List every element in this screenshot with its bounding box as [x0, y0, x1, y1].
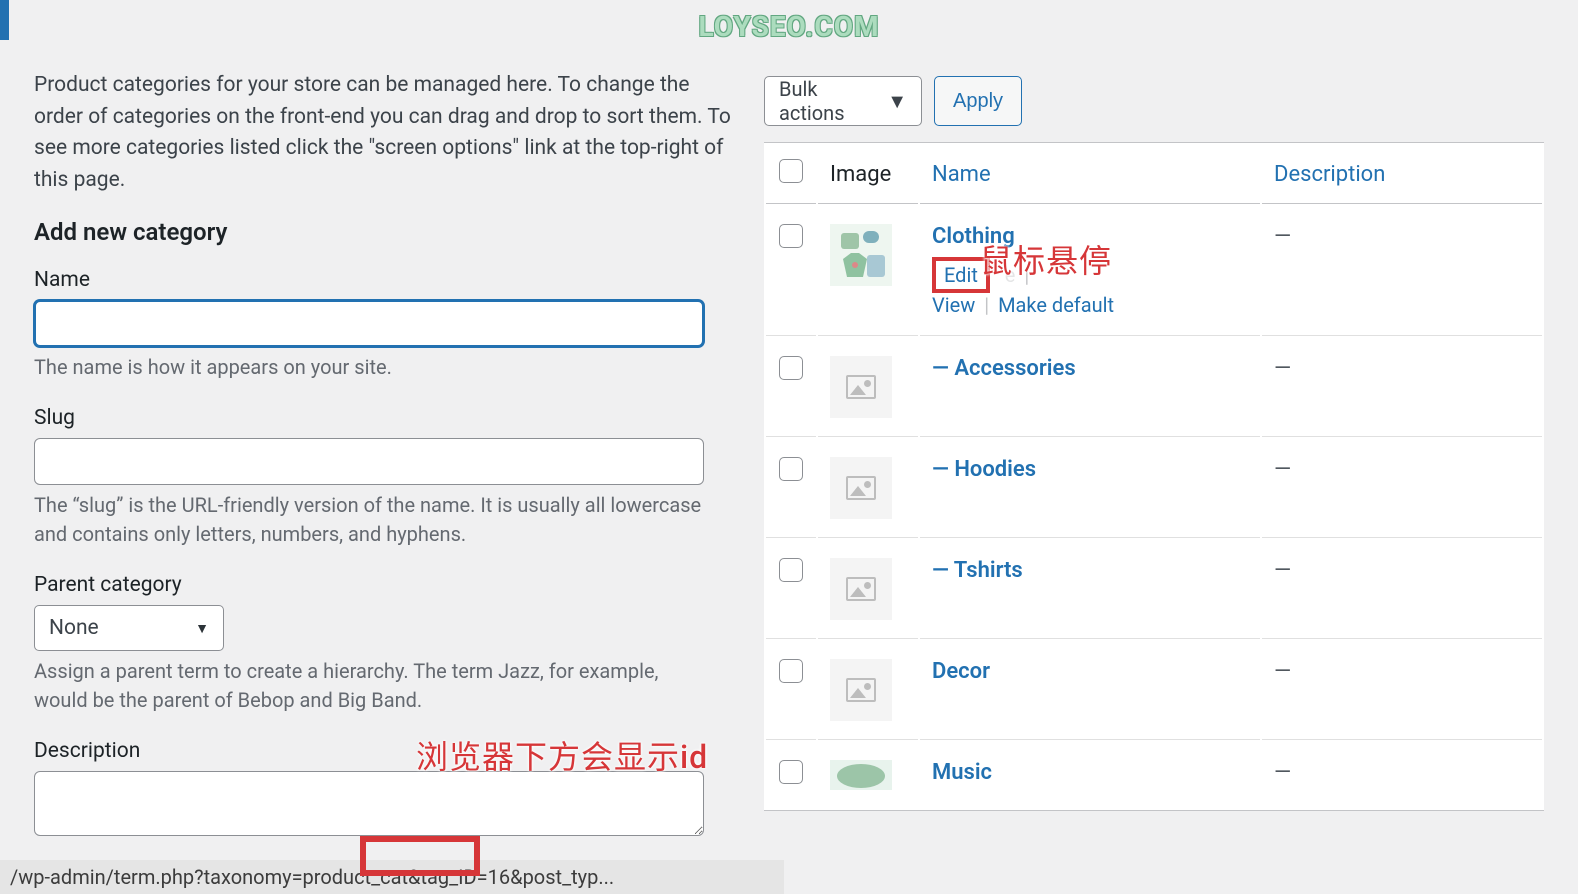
placeholder-image-icon	[846, 375, 876, 399]
column-description[interactable]: Description	[1262, 145, 1542, 204]
description-input[interactable]	[34, 771, 704, 836]
slug-help: The “slug” is the URL-friendly version o…	[34, 491, 714, 549]
view-link[interactable]: View	[932, 293, 975, 317]
edit-link[interactable]: Edit	[944, 263, 978, 287]
music-icon	[831, 760, 891, 790]
row-checkbox[interactable]	[779, 760, 803, 784]
category-thumbnail	[830, 457, 892, 519]
row-checkbox[interactable]	[779, 356, 803, 380]
clothing-icon	[831, 225, 891, 285]
separator: |	[984, 293, 989, 317]
table-row: — Hoodies —	[766, 439, 1542, 538]
column-image: Image	[818, 145, 918, 204]
table-row: ClothingEdit|e |View | Make default—	[766, 206, 1542, 336]
category-thumbnail	[830, 558, 892, 620]
description-value: —	[1274, 224, 1291, 249]
category-thumbnail	[830, 760, 892, 790]
table-row: — Accessories —	[766, 338, 1542, 437]
url-highlight-box	[360, 836, 480, 876]
make-default-link[interactable]: Make default	[998, 293, 1114, 317]
name-help: The name is how it appears on your site.	[34, 353, 714, 382]
description-value: —	[1274, 558, 1291, 583]
placeholder-image-icon	[846, 577, 876, 601]
placeholder-image-icon	[846, 476, 876, 500]
category-thumbnail	[830, 659, 892, 721]
placeholder-image-icon	[846, 678, 876, 702]
category-thumbnail	[830, 224, 892, 286]
table-row: Music —	[766, 742, 1542, 808]
select-all-checkbox[interactable]	[779, 159, 803, 183]
parent-label: Parent category	[34, 573, 734, 597]
description-value: —	[1274, 356, 1291, 381]
description-value: —	[1274, 659, 1291, 684]
intro-text: Product categories for your store can be…	[34, 70, 734, 196]
admin-bar-accent	[0, 0, 9, 40]
apply-button[interactable]: Apply	[934, 76, 1022, 126]
annotation-browser-id: 浏览器下方会显示id	[416, 732, 708, 778]
name-label: Name	[34, 268, 734, 292]
category-name-link[interactable]: Music	[932, 760, 992, 785]
slug-input[interactable]	[34, 438, 704, 485]
column-name[interactable]: Name	[920, 145, 1260, 204]
category-name-link[interactable]: Decor	[932, 659, 990, 684]
category-name-link[interactable]: — Hoodies	[932, 457, 1036, 482]
chevron-down-icon: ▼	[195, 620, 209, 637]
row-checkbox[interactable]	[779, 224, 803, 248]
parent-help: Assign a parent term to create a hierarc…	[34, 657, 714, 715]
table-row: Decor —	[766, 641, 1542, 740]
row-checkbox[interactable]	[779, 659, 803, 683]
parent-select-value: None	[49, 616, 99, 640]
slug-label: Slug	[34, 406, 734, 430]
category-thumbnail	[830, 356, 892, 418]
name-input[interactable]	[34, 300, 704, 347]
categories-table: Image Name Description ClothingEdit|e |V…	[764, 142, 1544, 811]
bulk-actions-label: Bulk actions	[779, 77, 887, 125]
description-value: —	[1274, 457, 1291, 482]
category-name-link[interactable]: — Tshirts	[932, 558, 1023, 583]
category-name-link[interactable]: — Accessories	[932, 356, 1076, 381]
annotation-hover: 鼠标悬停	[980, 236, 1112, 282]
table-row: — Tshirts —	[766, 540, 1542, 639]
parent-select[interactable]: None ▼	[34, 605, 224, 651]
form-heading: Add new category	[34, 218, 734, 246]
row-checkbox[interactable]	[779, 457, 803, 481]
row-checkbox[interactable]	[779, 558, 803, 582]
description-value: —	[1274, 760, 1291, 785]
chevron-down-icon: ▼	[887, 89, 907, 114]
watermark: LOYSEO.COM	[698, 10, 879, 43]
bulk-actions-select[interactable]: Bulk actions ▼	[764, 76, 922, 126]
